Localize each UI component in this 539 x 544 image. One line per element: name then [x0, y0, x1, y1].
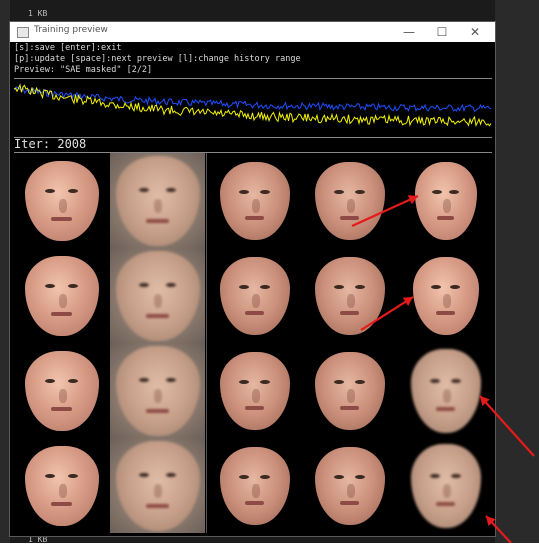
preview-src-reconstruction-3	[110, 343, 205, 438]
preview-swap-result-3	[398, 343, 493, 438]
maximize-button[interactable]: ☐	[429, 23, 455, 41]
face-image	[219, 351, 290, 430]
preview-dst-original-3	[206, 343, 302, 438]
console-output: [s]:save [enter]:exit [p]:update [space]:…	[14, 43, 492, 81]
face-image	[219, 161, 290, 240]
console-line-update-preview: [p]:update [space]:next preview [l]:chan…	[14, 54, 301, 64]
face-image	[414, 161, 477, 240]
preview-src-original-4	[14, 438, 109, 533]
preview-dst-reconstruction-1	[302, 153, 397, 248]
right-background-strip	[495, 0, 539, 543]
preview-src-original-3	[14, 343, 109, 438]
preview-src-reconstruction-2	[110, 248, 205, 343]
face-image	[314, 351, 385, 430]
face-image	[314, 446, 385, 525]
preview-swap-result-2	[398, 248, 493, 343]
loss-trace-blue	[14, 85, 492, 113]
close-button[interactable]: ✕	[462, 23, 488, 41]
preview-dst-original-2	[206, 248, 302, 343]
face-image	[314, 256, 385, 335]
preview-dst-reconstruction-2	[302, 248, 397, 343]
face-image	[412, 256, 479, 335]
face-image	[219, 446, 290, 525]
iteration-counter: Iter: 2008	[14, 136, 492, 153]
console-line-save-exit: [s]:save [enter]:exit	[14, 43, 122, 53]
preview-dst-original-1	[206, 153, 302, 248]
preview-swap-result-4	[398, 438, 493, 533]
face-image	[24, 445, 99, 526]
preview-src-reconstruction-4	[110, 438, 205, 533]
preview-swap-result-1	[398, 153, 493, 248]
app-icon	[17, 27, 29, 38]
preview-dst-reconstruction-3	[302, 343, 397, 438]
preview-dst-reconstruction-4	[302, 438, 397, 533]
loss-trace-yellow	[14, 83, 492, 128]
title-bar[interactable]: Training preview — ☐ ✕	[10, 22, 495, 42]
file-size-label-top: 1 KB	[28, 9, 48, 18]
training-preview-window: Training preview — ☐ ✕ [s]:save [enter]:…	[9, 21, 496, 537]
face-image	[314, 161, 385, 240]
face-image	[24, 255, 99, 336]
window-title: Training preview	[34, 25, 108, 35]
face-image	[24, 160, 99, 241]
face-image	[219, 256, 290, 335]
console-line-preview-mode: Preview: "SAE masked" [2/2]	[14, 65, 153, 75]
preview-src-original-2	[14, 248, 109, 343]
face-image	[115, 440, 200, 531]
preview-grid	[14, 153, 492, 533]
loss-history-graph	[14, 78, 492, 138]
face-image	[115, 345, 200, 436]
face-image	[115, 155, 200, 246]
preview-dst-original-4	[206, 438, 302, 533]
face-image	[410, 348, 481, 433]
preview-src-original-1	[14, 153, 109, 248]
face-image	[115, 250, 200, 341]
loss-graph-canvas	[14, 83, 492, 128]
face-image	[410, 443, 481, 528]
face-image	[24, 350, 99, 431]
minimize-button[interactable]: —	[396, 23, 422, 41]
preview-src-reconstruction-1	[110, 153, 205, 248]
